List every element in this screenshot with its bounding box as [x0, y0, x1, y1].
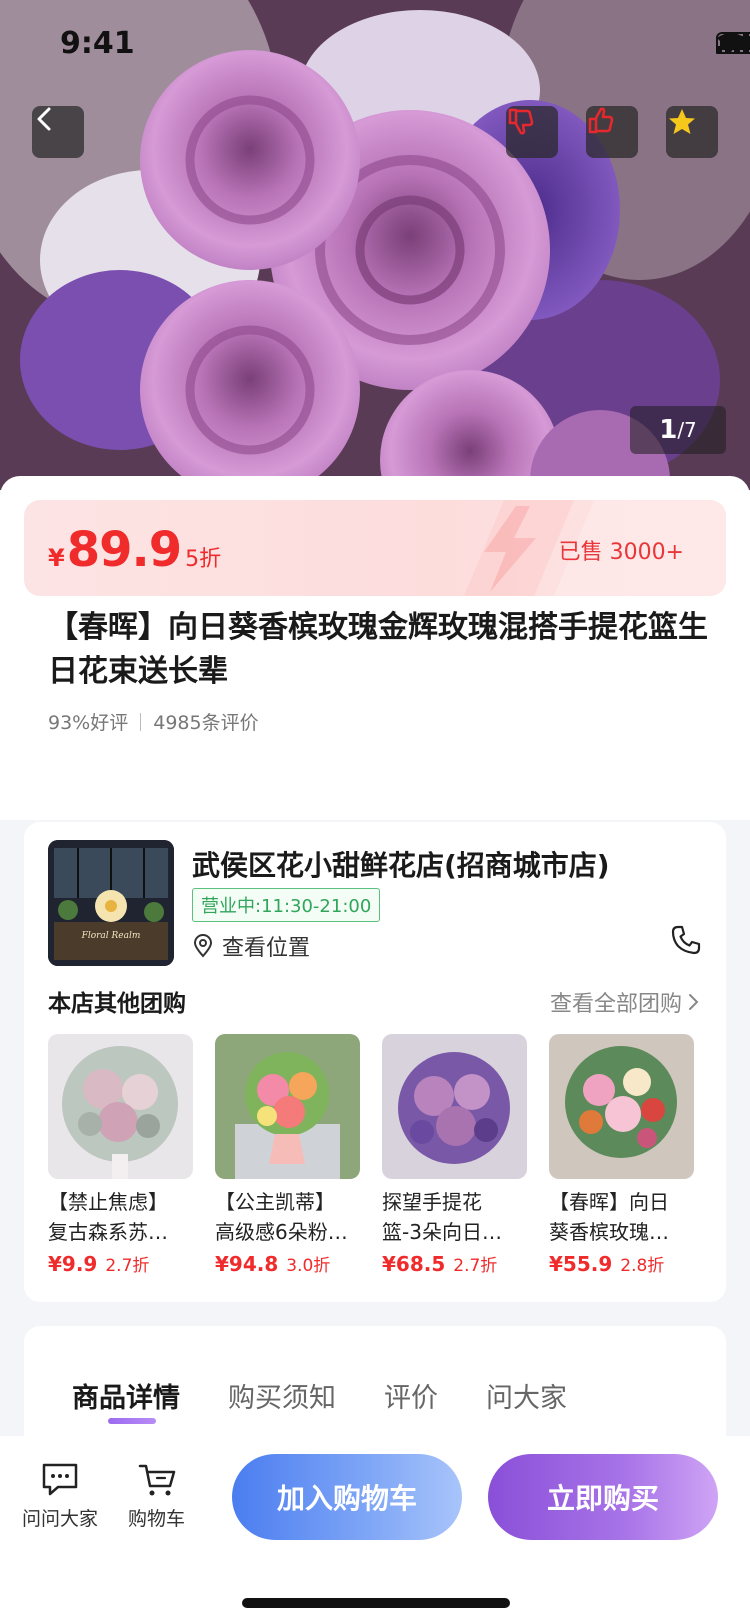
- chat-icon: [42, 1463, 78, 1496]
- cart-button[interactable]: 购物车: [128, 1462, 185, 1531]
- home-indicator: [242, 1598, 510, 1608]
- other-deals-list: 【禁止焦虑】 复古森系苏… ¥9.9 2.7折 【公主凯蒂】 高级感6朵粉… ¥…: [48, 1034, 694, 1276]
- deal-name-line1: 【禁止焦虑】: [48, 1190, 168, 1214]
- status-bar: 9:41: [0, 0, 750, 88]
- deal-name-line2: 葵香槟玫瑰…: [549, 1220, 669, 1244]
- pager-total: /7: [677, 418, 697, 442]
- call-button[interactable]: [670, 924, 702, 960]
- store-photo[interactable]: Floral Realm: [48, 840, 174, 966]
- deal-name: 【禁止焦虑】 复古森系苏…: [48, 1187, 193, 1247]
- deal-name-line1: 【春晖】向日: [549, 1190, 669, 1214]
- deal-name-line2: 高级感6朵粉…: [215, 1220, 348, 1244]
- tab-reviews[interactable]: 评价: [384, 1376, 438, 1415]
- good-rate: 93%好评: [48, 712, 129, 734]
- deal-image: [382, 1034, 527, 1179]
- deal-item[interactable]: 探望手提花 篮-3朵向日… ¥68.5 2.7折: [382, 1034, 527, 1276]
- bouquet-thumbnail: [215, 1034, 360, 1179]
- deal-discount: 2.8折: [620, 1256, 665, 1276]
- deal-image: [215, 1034, 360, 1179]
- favorite-button[interactable]: [666, 106, 718, 158]
- price-value: 89.9: [66, 522, 182, 578]
- deal-name-line1: 探望手提花: [382, 1190, 482, 1214]
- deal-discount: 2.7折: [453, 1256, 498, 1276]
- store-name[interactable]: 武侯区花小甜鲜花店(招商城市店): [192, 844, 610, 884]
- other-deals-title: 本店其他团购: [48, 991, 186, 1017]
- price-banner: ¥ 89.9 5折 已售 3000+: [24, 500, 726, 596]
- store-sign-text: Floral Realm: [81, 931, 141, 941]
- phone-icon: [671, 925, 701, 955]
- currency-symbol: ¥: [48, 544, 65, 572]
- deal-price-value: ¥94.8: [215, 1252, 279, 1276]
- detail-tabs: 商品详情 购买须知 评价 问大家: [72, 1376, 567, 1415]
- deal-name-line2: 复古森系苏…: [48, 1220, 168, 1244]
- deal-price-value: ¥55.9: [549, 1252, 613, 1276]
- price: ¥ 89.9 5折: [48, 522, 221, 578]
- product-title: 【春晖】向日葵香槟玫瑰金辉玫瑰混搭手提花篮生日花束送长辈: [48, 610, 708, 689]
- store-card: Floral Realm 武侯区花小甜鲜花店(招商城市店) 营业中:11:30-…: [24, 822, 726, 1302]
- bouquet-thumbnail: [48, 1034, 193, 1179]
- deal-name: 探望手提花 篮-3朵向日…: [382, 1187, 527, 1247]
- deal-discount: 2.7折: [105, 1256, 150, 1276]
- location-pin-icon: [193, 934, 213, 958]
- deal-name-line2: 篮-3朵向日…: [382, 1220, 502, 1244]
- thumbs-down-icon: [508, 108, 534, 135]
- tab-ask-everyone[interactable]: 问大家: [486, 1376, 567, 1415]
- deal-price-value: ¥68.5: [382, 1252, 446, 1276]
- deal-price-value: ¥9.9: [48, 1252, 98, 1276]
- star-icon: [669, 109, 695, 134]
- image-pager: 1/7: [630, 406, 726, 454]
- location-label: 查看位置: [222, 936, 311, 961]
- deal-name: 【公主凯蒂】 高级感6朵粉…: [215, 1187, 360, 1247]
- business-hours-badge: 营业中:11:30-21:00: [192, 888, 381, 922]
- deal-item[interactable]: 【禁止焦虑】 复古森系苏… ¥9.9 2.7折: [48, 1034, 193, 1276]
- cart-label: 购物车: [128, 1508, 186, 1530]
- view-location-link[interactable]: 查看位置: [192, 930, 310, 962]
- tab-purchase-notes[interactable]: 购买须知: [228, 1376, 336, 1415]
- cart-icon: [138, 1464, 175, 1496]
- active-tab-indicator: [108, 1418, 156, 1424]
- pager-current: 1: [659, 415, 678, 445]
- deal-image: [48, 1034, 193, 1179]
- add-to-cart-button[interactable]: 加入购物车: [232, 1454, 462, 1540]
- review-count: 4985条评价: [153, 712, 259, 734]
- tab-product-details[interactable]: 商品详情: [72, 1376, 180, 1415]
- storefront-image: Floral Realm: [48, 840, 174, 966]
- deal-item[interactable]: 【春晖】向日 葵香槟玫瑰… ¥55.9 2.8折: [549, 1034, 694, 1276]
- deal-price: ¥94.8 3.0折: [215, 1251, 360, 1276]
- view-all-label: 查看全部团购: [549, 992, 682, 1017]
- dislike-button[interactable]: [506, 106, 558, 158]
- detail-tabs-card: 商品详情 购买须知 评价 问大家: [24, 1326, 726, 1446]
- back-button[interactable]: [32, 106, 84, 158]
- deal-image: [549, 1034, 694, 1179]
- deal-price: ¥55.9 2.8折: [549, 1251, 694, 1276]
- bottom-action-bar: 问问大家 购物车 加入购物车 立即购买: [0, 1436, 750, 1624]
- back-icon: [37, 107, 51, 131]
- ask-everyone-button[interactable]: 问问大家: [22, 1462, 98, 1531]
- divider: [140, 712, 142, 731]
- rating-summary[interactable]: 93%好评 4985条评价: [48, 708, 259, 735]
- deal-price: ¥9.9 2.7折: [48, 1251, 193, 1276]
- like-button[interactable]: [586, 106, 638, 158]
- hero-image[interactable]: 9:41 1 /7: [0, 0, 750, 490]
- bouquet-thumbnail: [382, 1034, 527, 1179]
- buy-now-button[interactable]: 立即购买: [488, 1454, 718, 1540]
- view-all-deals-link[interactable]: 查看全部团购: [550, 986, 700, 1018]
- sold-count: 已售 3000+: [558, 540, 684, 565]
- status-time: 9:41: [60, 26, 135, 61]
- deal-item[interactable]: 【公主凯蒂】 高级感6朵粉… ¥94.8 3.0折: [215, 1034, 360, 1276]
- discount-label: 5折: [185, 547, 222, 572]
- deal-name: 【春晖】向日 葵香槟玫瑰…: [549, 1187, 694, 1247]
- ask-everyone-label: 问问大家: [22, 1508, 99, 1530]
- product-info-card: ¥ 89.9 5折 已售 3000+ 【春晖】向日葵香槟玫瑰金辉玫瑰混搭手提花篮…: [0, 476, 750, 820]
- deal-price: ¥68.5 2.7折: [382, 1251, 527, 1276]
- chevron-right-icon: [689, 994, 699, 1010]
- deal-name-line1: 【公主凯蒂】: [215, 1190, 335, 1214]
- deal-discount: 3.0折: [286, 1256, 331, 1276]
- battery-icon: [716, 32, 750, 54]
- bouquet-thumbnail: [549, 1034, 694, 1179]
- thumbs-up-icon: [588, 107, 614, 134]
